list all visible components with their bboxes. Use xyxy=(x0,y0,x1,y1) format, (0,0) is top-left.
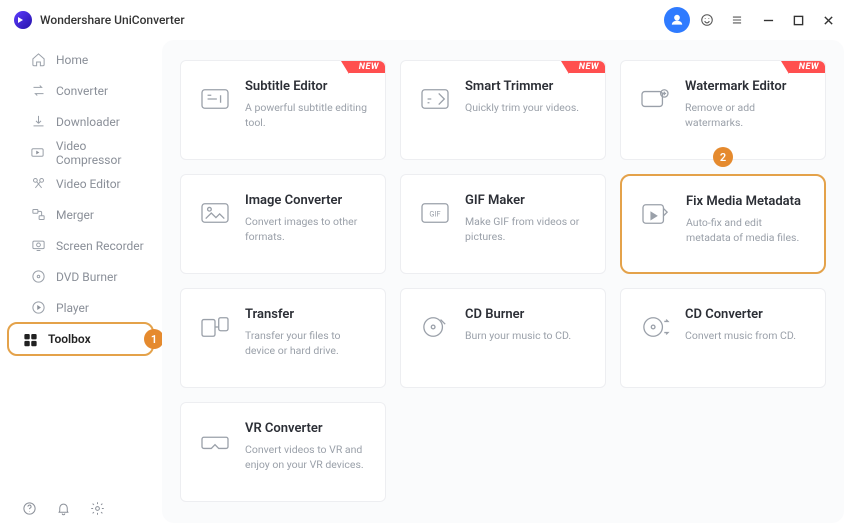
tool-title: VR Converter xyxy=(245,421,369,436)
account-icon[interactable] xyxy=(664,7,690,33)
help-icon[interactable] xyxy=(22,501,38,517)
toolbox-icon xyxy=(22,331,38,347)
tool-card-cd-burner[interactable]: CD Burner Burn your music to CD. xyxy=(400,288,606,388)
tool-desc: Convert music from CD. xyxy=(685,328,809,343)
settings-icon[interactable] xyxy=(90,501,106,517)
tool-title: CD Burner xyxy=(465,307,589,322)
tool-title: Watermark Editor xyxy=(685,79,809,94)
app-title: Wondershare UniConverter xyxy=(40,13,185,27)
cd-burner-icon xyxy=(417,309,453,345)
sidebar-bottom xyxy=(0,501,162,529)
converter-icon xyxy=(30,83,46,99)
sidebar-item-downloader[interactable]: Downloader xyxy=(8,106,154,137)
subtitle-editor-icon xyxy=(197,81,233,117)
notifications-icon[interactable] xyxy=(56,501,72,517)
tool-title: Subtitle Editor xyxy=(245,79,369,94)
smart-trimmer-icon xyxy=(417,81,453,117)
tool-card-fix-media-metadata[interactable]: Fix Media Metadata Auto-fix and edit met… xyxy=(620,174,826,274)
svg-text:GIF: GIF xyxy=(429,210,440,219)
tool-card-image-converter[interactable]: Image Converter Convert images to other … xyxy=(180,174,386,274)
new-tag: NEW xyxy=(789,61,825,73)
sidebar-item-label: DVD Burner xyxy=(56,270,117,284)
player-icon xyxy=(30,300,46,316)
support-icon[interactable] xyxy=(694,7,720,33)
sidebar-item-dvd-burner[interactable]: DVD Burner xyxy=(8,261,154,292)
tool-card-transfer[interactable]: Transfer Transfer your files to device o… xyxy=(180,288,386,388)
sidebar-item-label: Home xyxy=(56,53,88,67)
tool-card-smart-trimmer[interactable]: NEW Smart Trimmer Quickly trim your vide… xyxy=(400,60,606,160)
tool-desc: Burn your music to CD. xyxy=(465,328,589,343)
tool-desc: Make GIF from videos or pictures. xyxy=(465,214,589,244)
sidebar-item-label: Video Editor xyxy=(56,177,121,191)
titlebar: Wondershare UniConverter xyxy=(0,0,850,40)
fix-metadata-icon xyxy=(638,196,674,232)
new-tag: NEW xyxy=(349,61,385,73)
cd-converter-icon xyxy=(637,309,673,345)
tool-title: Image Converter xyxy=(245,193,369,208)
tool-desc: Convert videos to VR and enjoy on your V… xyxy=(245,442,369,472)
transfer-icon xyxy=(197,309,233,345)
new-tag: NEW xyxy=(569,61,605,73)
editor-icon xyxy=(30,176,46,192)
gif-maker-icon: GIF xyxy=(417,195,453,231)
tool-card-cd-converter[interactable]: CD Converter Convert music from CD. xyxy=(620,288,826,388)
maximize-button[interactable] xyxy=(786,8,810,32)
minimize-button[interactable] xyxy=(756,8,780,32)
sidebar-item-toolbox[interactable]: Toolbox 1 xyxy=(7,322,154,356)
sidebar: Home Converter Downloader Video Compress… xyxy=(0,40,162,529)
vr-converter-icon xyxy=(197,423,233,459)
sidebar-item-video-compressor[interactable]: Video Compressor xyxy=(8,137,154,168)
tool-desc: Remove or add watermarks. xyxy=(685,100,809,130)
tool-desc: A powerful subtitle editing tool. xyxy=(245,100,369,130)
image-converter-icon xyxy=(197,195,233,231)
tool-desc: Transfer your files to device or hard dr… xyxy=(245,328,369,358)
downloader-icon xyxy=(30,114,46,130)
tool-title: CD Converter xyxy=(685,307,809,322)
app-logo xyxy=(14,11,32,29)
menu-icon[interactable] xyxy=(724,7,750,33)
tool-card-gif-maker[interactable]: GIF GIF Maker Make GIF from videos or pi… xyxy=(400,174,606,274)
compressor-icon xyxy=(30,145,46,161)
annotation-badge-2: 2 xyxy=(713,147,733,167)
sidebar-item-label: Video Compressor xyxy=(56,139,154,167)
home-icon xyxy=(30,52,46,68)
merger-icon xyxy=(30,207,46,223)
tool-title: GIF Maker xyxy=(465,193,589,208)
sidebar-item-screen-recorder[interactable]: Screen Recorder xyxy=(8,230,154,261)
sidebar-item-label: Player xyxy=(56,301,89,315)
sidebar-item-home[interactable]: Home xyxy=(8,44,154,75)
sidebar-item-label: Merger xyxy=(56,208,94,222)
close-button[interactable] xyxy=(816,8,840,32)
sidebar-item-player[interactable]: Player xyxy=(8,292,154,323)
sidebar-item-merger[interactable]: Merger xyxy=(8,199,154,230)
tool-title: Transfer xyxy=(245,307,369,322)
main-panel: NEW Subtitle Editor A powerful subtitle … xyxy=(162,40,844,523)
sidebar-item-label: Converter xyxy=(56,84,108,98)
sidebar-item-converter[interactable]: Converter xyxy=(8,75,154,106)
tool-card-watermark-editor[interactable]: NEW Watermark Editor Remove or add water… xyxy=(620,60,826,160)
sidebar-item-video-editor[interactable]: Video Editor xyxy=(8,168,154,199)
sidebar-item-label: Toolbox xyxy=(48,332,91,346)
tool-desc: Auto-fix and edit metadata of media file… xyxy=(686,215,808,245)
tool-desc: Convert images to other formats. xyxy=(245,214,369,244)
annotation-badge-1: 1 xyxy=(144,329,164,349)
tool-title: Fix Media Metadata xyxy=(686,194,808,209)
sidebar-item-label: Downloader xyxy=(56,115,120,129)
tool-title: Smart Trimmer xyxy=(465,79,589,94)
tool-card-subtitle-editor[interactable]: NEW Subtitle Editor A powerful subtitle … xyxy=(180,60,386,160)
watermark-editor-icon xyxy=(637,81,673,117)
tool-desc: Quickly trim your videos. xyxy=(465,100,589,115)
tool-card-vr-converter[interactable]: VR Converter Convert videos to VR and en… xyxy=(180,402,386,502)
sidebar-item-label: Screen Recorder xyxy=(56,239,144,253)
recorder-icon xyxy=(30,238,46,254)
dvd-icon xyxy=(30,269,46,285)
